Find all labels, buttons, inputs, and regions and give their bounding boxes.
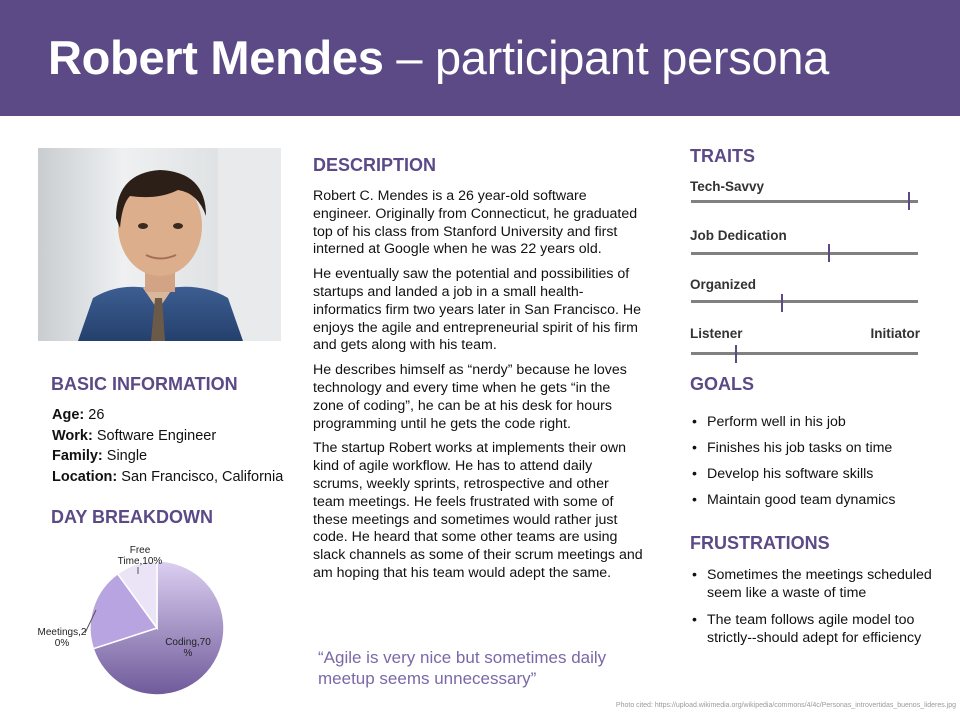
goals-list: Perform well in his job Finishes his job…: [690, 413, 940, 509]
trait-scale-organized: [691, 300, 918, 303]
trait-scale-tech-savvy: [691, 200, 918, 203]
trait-label-organized: Organized: [690, 277, 757, 292]
page-title: Robert Mendes – participant persona: [48, 30, 829, 85]
traits-heading: TRAITS: [690, 146, 755, 166]
goal-item: Finishes his job tasks on time: [690, 439, 940, 457]
persona-photo-image: [38, 148, 281, 341]
trait-label-initiator: Initiator: [870, 326, 921, 341]
description-paragraph: Robert C. Mendes is a 26 year-old softwa…: [313, 188, 638, 258]
trait-label-job-dedication: Job Dedication: [690, 228, 787, 243]
day-breakdown-pie-chart: Coding,70 %Meetings,2 0%Free Time,10%: [38, 545, 225, 696]
info-family: Family: Single: [52, 448, 148, 464]
trait-scale-job-dedication: [691, 252, 918, 255]
basic-information-heading: BASIC INFORMATION: [51, 374, 238, 394]
trait-label-tech-savvy: Tech-Savvy: [690, 179, 765, 194]
goal-item: Maintain good team dynamics: [690, 491, 940, 509]
trait-scale-listener-initiator: [691, 352, 918, 355]
photo-credit: Photo cited: https://upload.wikimedia.or…: [615, 702, 956, 709]
trait-marker-tech-savvy: [907, 192, 910, 210]
title-rest: – participant persona: [383, 31, 830, 84]
trait-marker-organized: [780, 294, 783, 312]
frustrations-list: Sometimes the meetings scheduled seem li…: [690, 566, 932, 647]
day-breakdown-heading: DAY BREAKDOWN: [51, 507, 214, 527]
basic-information-list: Age: 26 Work: Software Engineer Family: …: [52, 405, 302, 487]
info-age: Age: 26: [52, 407, 105, 423]
pie-label-meetings: Meetings,2 0%: [38, 627, 87, 649]
header-banner: Robert Mendes – participant persona: [0, 0, 960, 116]
persona-quote: “Agile is very nice but sometimes daily …: [318, 648, 607, 688]
persona-photo: [38, 148, 281, 341]
pie-label-free-time: Free Time,10%: [118, 545, 163, 567]
info-work: Work: Software Engineer: [52, 427, 217, 444]
description-paragraph: He describes himself as “nerdy” because …: [313, 362, 627, 432]
goal-item: Develop his software skills: [690, 465, 940, 483]
frustration-item: The team follows agile model too strictl…: [690, 611, 932, 647]
trait-marker-listener-initiator: [735, 345, 738, 363]
goal-item: Perform well in his job: [690, 413, 940, 431]
description-heading: DESCRIPTION: [313, 155, 437, 175]
goals-heading: GOALS: [690, 374, 755, 394]
trait-label-listener: Listener: [690, 326, 743, 341]
description-paragraph: The startup Robert works at implements t…: [313, 440, 643, 581]
frustration-item: Sometimes the meetings scheduled seem li…: [690, 566, 932, 602]
info-location: Location: San Francisco, California: [52, 468, 284, 485]
description-paragraph: He eventually saw the potential and poss…: [313, 266, 641, 354]
trait-marker-job-dedication: [828, 244, 831, 262]
frustrations-heading: FRUSTRATIONS: [690, 533, 830, 553]
description-text: Robert C. Mendes is a 26 year-old softwa…: [313, 188, 643, 590]
persona-name: Robert Mendes: [48, 31, 384, 84]
